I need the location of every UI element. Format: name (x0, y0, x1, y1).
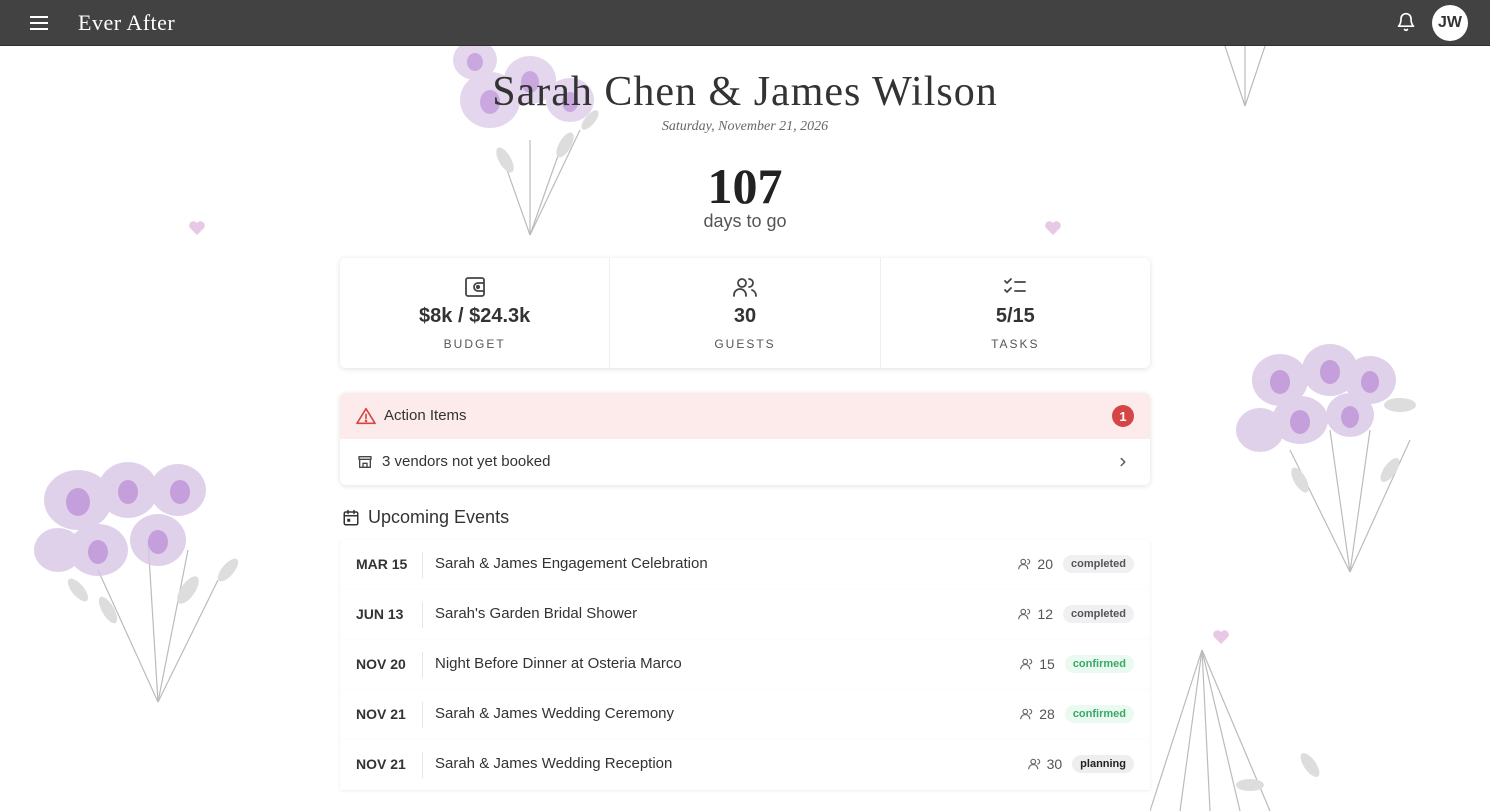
action-items-title: Action Items (384, 407, 467, 424)
stat-guests[interactable]: 30 GUESTS (609, 258, 879, 368)
people-icon (1020, 708, 1033, 720)
event-row[interactable]: NOV 21 Sarah & James Wedding Reception 3… (340, 740, 1150, 790)
event-name: Night Before Dinner at Osteria Marco (435, 655, 682, 672)
action-item-row[interactable]: 3 vendors not yet booked (340, 439, 1150, 485)
guests-label: GUESTS (714, 337, 776, 351)
warning-icon (356, 407, 376, 425)
event-name: Sarah & James Engagement Celebration (435, 555, 708, 572)
guest-count-value: 12 (1037, 606, 1053, 622)
heart-decoration (1213, 630, 1229, 644)
guest-count-value: 30 (1046, 756, 1063, 772)
wedding-date: Saturday, November 21, 2026 (661, 119, 829, 134)
event-row[interactable]: NOV 20 Night Before Dinner at Osteria Ma… (340, 640, 1150, 690)
user-avatar[interactable]: JW (1432, 5, 1468, 41)
event-row[interactable]: NOV 21 Sarah & James Wedding Ceremony 28… (340, 690, 1150, 740)
people-icon (733, 278, 757, 297)
tasks-value: 5/15 (995, 305, 1035, 327)
event-date: JUN 13 (356, 606, 404, 622)
status-badge: completed (1062, 555, 1134, 573)
people-icon (1018, 608, 1031, 620)
event-date: NOV 21 (356, 706, 406, 722)
menu-icon[interactable] (28, 13, 50, 33)
stat-budget[interactable]: $8k / $24.3k BUDGET (340, 258, 609, 368)
app-title[interactable]: Ever After (78, 10, 175, 36)
checklist-icon (1004, 278, 1027, 293)
countdown-days: 107 (707, 158, 783, 214)
action-items-count-badge: 1 (1112, 405, 1134, 427)
top-app-bar: Ever After JW (0, 0, 1490, 46)
event-guest-count: 28 (1020, 706, 1055, 722)
event-row[interactable]: JUN 13 Sarah's Garden Bridal Shower 12 c… (340, 590, 1150, 640)
calendar-icon (343, 509, 359, 526)
divider (422, 652, 423, 678)
wallet-icon (464, 277, 485, 297)
people-icon (1018, 558, 1031, 570)
event-date: NOV 20 (356, 656, 406, 672)
chevron-right-icon (1120, 457, 1126, 467)
action-items-card: Action Items 1 3 vendors not yet booked (340, 393, 1150, 485)
events-list: MAR 15 Sarah & James Engagement Celebrat… (340, 540, 1150, 790)
event-guest-count: 12 (1018, 606, 1053, 622)
divider (422, 552, 423, 578)
guest-count-value: 15 (1039, 656, 1055, 672)
status-badge: confirmed (1064, 705, 1134, 723)
people-icon (1027, 758, 1040, 770)
stat-tasks[interactable]: 5/15 TASKS (879, 258, 1150, 368)
divider (422, 752, 423, 778)
event-date: NOV 21 (356, 756, 406, 772)
event-name: Sarah & James Wedding Ceremony (435, 705, 675, 722)
event-name: Sarah's Garden Bridal Shower (435, 605, 638, 622)
guest-count-value: 28 (1039, 706, 1055, 722)
store-icon (358, 456, 372, 468)
event-guest-count: 20 (1018, 556, 1053, 572)
people-icon (1020, 658, 1033, 670)
action-item-text: 3 vendors not yet booked (382, 453, 551, 470)
guest-count-value: 20 (1037, 556, 1053, 572)
budget-label: BUDGET (443, 337, 506, 351)
guests-value: 30 (733, 305, 757, 327)
status-badge: planning (1072, 755, 1134, 773)
budget-value: $8k / $24.3k (419, 305, 531, 327)
status-badge: confirmed (1064, 655, 1134, 673)
stats-card: $8k / $24.3k BUDGET 30 GUESTS 5/15 TASKS (340, 258, 1150, 368)
divider (422, 702, 423, 728)
couple-names: Sarah Chen & James Wilson (492, 69, 998, 115)
status-badge: completed (1062, 605, 1134, 623)
action-items-header[interactable]: Action Items 1 (340, 393, 1150, 439)
divider (422, 602, 423, 628)
event-guest-count: 30 (1027, 756, 1063, 772)
flower-decoration-bottom-right (1150, 649, 1320, 811)
event-date: MAR 15 (356, 556, 408, 572)
event-guest-count: 15 (1020, 656, 1055, 672)
bell-icon[interactable] (1396, 12, 1416, 32)
event-row[interactable]: MAR 15 Sarah & James Engagement Celebrat… (340, 540, 1150, 590)
upcoming-events-title: Upcoming Events (368, 507, 510, 527)
tasks-label: TASKS (991, 337, 1040, 351)
flower-decoration-right (1236, 344, 1416, 573)
event-name: Sarah & James Wedding Reception (435, 755, 673, 772)
countdown-label: days to go (703, 211, 787, 231)
flower-decoration-left (34, 462, 239, 703)
